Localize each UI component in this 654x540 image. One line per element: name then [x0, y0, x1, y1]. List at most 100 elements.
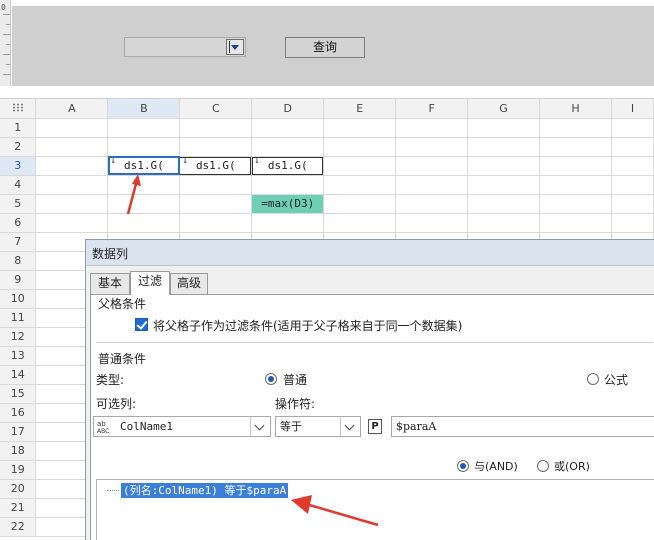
grid-cell[interactable]	[323, 137, 397, 157]
combobox-dropdown-button[interactable]	[226, 39, 244, 55]
tab-advanced[interactable]: 高级	[170, 273, 208, 294]
grid-cell[interactable]	[539, 137, 612, 157]
type-formula-radio[interactable]	[587, 373, 599, 385]
row-header[interactable]: 10	[0, 289, 37, 309]
row-header[interactable]: 15	[0, 384, 37, 404]
grid-cell[interactable]	[467, 175, 541, 195]
column-header-f[interactable]: F	[395, 99, 469, 119]
column-header-b[interactable]: B	[107, 99, 181, 119]
grid-cell[interactable]	[35, 175, 109, 195]
grid-cell[interactable]	[467, 194, 541, 214]
grid-cell[interactable]	[35, 194, 109, 214]
grid-cell[interactable]	[107, 137, 181, 157]
condition-list[interactable]: (列名:ColName1) 等于$paraA	[96, 479, 654, 540]
tab-basic[interactable]: 基本	[90, 273, 130, 294]
ruler-tick	[6, 64, 10, 65]
chevron-down-icon[interactable]	[250, 417, 270, 436]
grid-cell[interactable]	[323, 194, 397, 214]
row-header[interactable]: 2	[0, 137, 37, 157]
grid-cell[interactable]	[467, 156, 541, 176]
grid-cell[interactable]	[395, 175, 469, 195]
grid-cell[interactable]	[467, 137, 541, 157]
row-header[interactable]: 6	[0, 213, 37, 233]
operator-select[interactable]: 等于	[275, 416, 361, 437]
parent-filter-checkbox[interactable]	[135, 318, 148, 331]
chevron-down-icon[interactable]	[340, 417, 360, 436]
row-header[interactable]: 19	[0, 460, 37, 480]
grid-cell[interactable]	[467, 118, 541, 138]
type-normal-radio[interactable]	[265, 373, 277, 385]
grid-cell[interactable]	[611, 156, 654, 176]
parameter-canvas[interactable]: 查询	[12, 6, 654, 86]
grid-cell[interactable]	[35, 118, 109, 138]
logic-and-radio[interactable]	[457, 460, 469, 472]
grid-cell[interactable]	[611, 175, 654, 195]
parameter-type-icon[interactable]: P	[368, 419, 382, 434]
cell-d3[interactable]: ↓ ds1.G(	[251, 156, 325, 176]
grid-cell[interactable]	[251, 118, 325, 138]
row-header[interactable]: 13	[0, 346, 37, 366]
row-header[interactable]: 21	[0, 498, 37, 518]
grid-cell[interactable]	[611, 137, 654, 157]
grid-cell[interactable]	[323, 175, 397, 195]
column-header-g[interactable]: G	[467, 99, 541, 119]
select-all-corner[interactable]	[0, 99, 37, 119]
cell-c3[interactable]: ↓ ds1.G(	[179, 156, 253, 176]
column-header-a[interactable]: A	[35, 99, 109, 119]
grid-cell[interactable]	[539, 175, 612, 195]
row-header[interactable]: 22	[0, 517, 37, 537]
grid-cell[interactable]	[539, 156, 612, 176]
column-header-c[interactable]: C	[179, 99, 253, 119]
row-header[interactable]: 14	[0, 365, 37, 385]
row-header[interactable]: 11	[0, 308, 37, 328]
row-header[interactable]: 5	[0, 194, 37, 214]
row-header[interactable]: 7	[0, 232, 37, 252]
grid-cell[interactable]	[395, 194, 469, 214]
column-select[interactable]: ab ABC ColName1	[93, 416, 271, 437]
grid-cell[interactable]	[35, 137, 109, 157]
row-header[interactable]: 1	[0, 118, 37, 138]
parameter-combobox[interactable]	[124, 37, 246, 57]
grid-cell[interactable]	[539, 194, 612, 214]
grid-cell[interactable]	[107, 175, 181, 195]
grid-cell[interactable]	[107, 118, 181, 138]
row-header[interactable]: 18	[0, 441, 37, 461]
row-header[interactable]: 17	[0, 422, 37, 442]
query-button[interactable]: 查询	[285, 37, 365, 58]
grid-cell[interactable]	[251, 175, 325, 195]
cell-b3[interactable]: ↓ ds1.G(	[107, 156, 181, 176]
grid-cell[interactable]	[179, 175, 253, 195]
row-header[interactable]: 20	[0, 479, 37, 499]
grid-cell[interactable]	[179, 194, 253, 214]
row-header[interactable]: 8	[0, 251, 37, 271]
row-header[interactable]: 9	[0, 270, 37, 290]
cell-d3-value: ds1.G(	[267, 159, 308, 172]
grid-cell[interactable]	[611, 118, 654, 138]
grid-cell[interactable]	[323, 156, 397, 176]
row-header[interactable]: 12	[0, 327, 37, 347]
column-header-i[interactable]: I	[611, 99, 654, 119]
grid-cell[interactable]	[611, 194, 654, 214]
dialog-title-bar[interactable]: 数据列	[86, 240, 654, 266]
grid-cell[interactable]	[107, 194, 181, 214]
grid-cell[interactable]	[35, 156, 109, 176]
cell-d5-formula[interactable]: =max(D3)	[251, 194, 325, 214]
grid-cell[interactable]	[395, 137, 469, 157]
condition-item[interactable]: (列名:ColName1) 等于$paraA	[121, 483, 289, 498]
grid-cell[interactable]	[395, 118, 469, 138]
column-header-e[interactable]: E	[323, 99, 397, 119]
tab-filter[interactable]: 过滤	[130, 271, 170, 295]
column-header-h[interactable]: H	[539, 99, 612, 119]
grid-cell[interactable]	[179, 118, 253, 138]
logic-or-radio[interactable]	[537, 460, 549, 472]
grid-cell[interactable]	[179, 137, 253, 157]
row-header[interactable]: 3	[0, 156, 37, 176]
row-header[interactable]: 16	[0, 403, 37, 423]
row-header[interactable]: 4	[0, 175, 37, 195]
grid-cell[interactable]	[395, 156, 469, 176]
grid-cell[interactable]	[323, 118, 397, 138]
grid-cell[interactable]	[251, 137, 325, 157]
grid-cell[interactable]	[539, 118, 612, 138]
column-header-d[interactable]: D	[251, 99, 325, 119]
value-input[interactable]: $paraA	[391, 416, 654, 437]
